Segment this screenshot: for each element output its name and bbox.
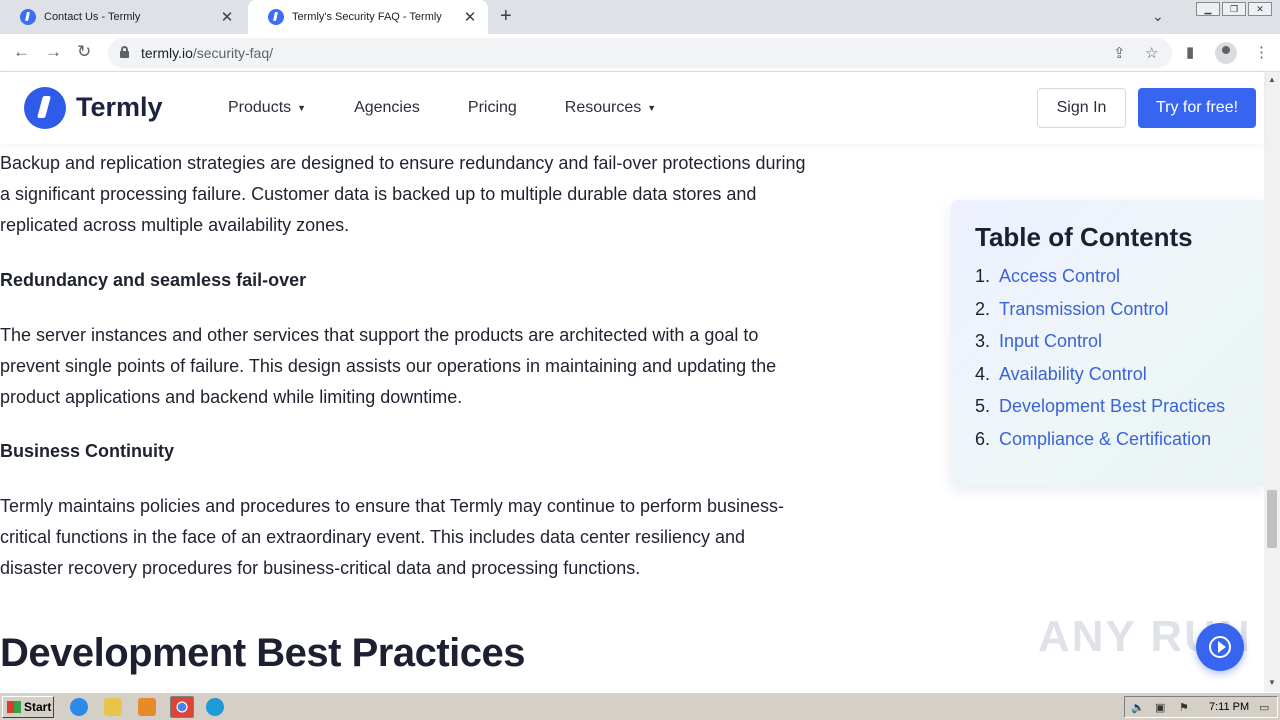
chevron-down-icon: ▼	[647, 103, 657, 113]
main-nav: Products ▼ Agencies Pricing Resources ▼	[228, 99, 704, 117]
edge-icon[interactable]	[206, 698, 224, 716]
share-icon[interactable]: ⇪	[1113, 44, 1126, 62]
windows-logo-icon	[7, 701, 21, 713]
heading-redundancy: Redundancy and seamless fail-over	[0, 270, 307, 290]
paragraph-backup: Backup and replication strategies are de…	[0, 153, 806, 235]
nav-label: Agencies	[354, 99, 420, 116]
tab-search-chevron-icon[interactable]: ⌄	[1152, 8, 1164, 25]
media-player-icon[interactable]	[138, 698, 156, 716]
site-header: Termly Products ▼ Agencies Pricing Resour…	[0, 72, 1264, 144]
nav-label: Resources	[564, 99, 642, 116]
browser-tabstrip: Contact Us - Termly ✕ Termly's Security …	[0, 0, 1280, 34]
nav-item-resources[interactable]: Resources ▼	[565, 99, 656, 117]
volume-icon[interactable]: 🔈	[1131, 701, 1145, 714]
toc-item: 5. Development Best Practices	[975, 396, 1225, 429]
browser-toolbar: ← → ↻ termly.io/security-faq/ ⇪ ☆ ▮ ⋮	[0, 34, 1280, 72]
lock-icon[interactable]	[120, 46, 129, 58]
forward-arrow-icon[interactable]: →	[45, 42, 62, 62]
toc-link-availability-control[interactable]: Availability Control	[999, 364, 1147, 397]
chat-play-button[interactable]	[1196, 623, 1244, 671]
toc-number: 5.	[975, 396, 991, 416]
start-button[interactable]: Start	[2, 696, 54, 718]
section-title-development: Development Best Practices	[0, 631, 526, 675]
tab-title: Contact Us - Termly	[44, 11, 141, 23]
chevron-down-icon: ▼	[297, 103, 307, 113]
nav-item-products[interactable]: Products ▼	[228, 99, 306, 117]
menu-kebab-icon[interactable]: ⋮	[1254, 43, 1269, 61]
toc-number: 3.	[975, 331, 991, 351]
toc-item: 2. Transmission Control	[975, 299, 1225, 332]
close-window-icon[interactable]: ✕	[1248, 2, 1272, 16]
profile-avatar-icon[interactable]	[1215, 42, 1237, 64]
toc-list: 1. Access Control 2. Transmission Control …	[975, 266, 1225, 461]
paragraph-redundancy: The server instances and other services …	[0, 325, 777, 407]
logo-text[interactable]: Termly	[76, 92, 163, 123]
toc-number: 2.	[975, 298, 991, 319]
toc-number: 6.	[975, 428, 991, 449]
toc-number: 1.	[975, 266, 991, 286]
side-panel-icon[interactable]: ▮	[1186, 43, 1194, 61]
termly-logo-icon[interactable]	[24, 87, 66, 129]
toc-number: 4.	[975, 363, 991, 384]
show-desktop-icon[interactable]: ▭	[1259, 701, 1269, 714]
windows-taskbar: Start 🔈 ▣ ⚑ 7:11 PM ▭	[0, 692, 1280, 720]
action-center-flag-icon[interactable]: ⚑	[1179, 701, 1189, 714]
paragraph-business-continuity: Termly maintains policies and procedures…	[0, 496, 785, 578]
toc-link-development-best-practices[interactable]: Development Best Practices	[999, 396, 1225, 429]
table-of-contents: Table of Contents 1. Access Control 2. Tra…	[951, 200, 1264, 486]
toc-link-compliance-certification[interactable]: Compliance & Certification	[999, 429, 1211, 462]
scroll-up-icon[interactable]: ▲	[1268, 75, 1276, 84]
toc-link-transmission-control[interactable]: Transmission Control	[999, 299, 1168, 332]
address-bar[interactable]: termly.io/security-faq/ ⇪ ☆	[108, 38, 1172, 68]
restore-icon[interactable]: ❐	[1222, 2, 1246, 16]
toc-item: 4. Availability Control	[975, 364, 1225, 397]
page-scrollbar[interactable]: ▲ ▼	[1264, 72, 1280, 692]
file-explorer-icon[interactable]	[104, 698, 122, 716]
chrome-icon[interactable]	[170, 696, 194, 718]
scrollbar-thumb[interactable]	[1267, 490, 1277, 548]
minimize-icon[interactable]: ▁	[1196, 2, 1220, 16]
clock: 7:11 PM	[1209, 701, 1250, 713]
reload-icon[interactable]: ↻	[77, 42, 91, 62]
browser-tab-contact[interactable]: Contact Us - Termly ✕	[0, 0, 245, 34]
toc-item: 1. Access Control	[975, 266, 1225, 299]
new-tab-icon[interactable]: +	[500, 5, 512, 28]
browser-tab-security-faq[interactable]: Termly's Security FAQ - Termly ✕	[248, 0, 488, 34]
close-tab-icon[interactable]: ✕	[462, 8, 478, 26]
toc-title: Table of Contents	[975, 222, 1193, 252]
toc-item: 6. Compliance & Certification	[975, 429, 1225, 462]
network-icon[interactable]: ▣	[1155, 701, 1165, 714]
sign-in-button[interactable]: Sign In	[1037, 88, 1126, 128]
nav-label: Products	[228, 99, 292, 116]
toc-link-access-control[interactable]: Access Control	[999, 266, 1120, 299]
back-arrow-icon[interactable]: ←	[13, 42, 30, 62]
nav-label: Pricing	[467, 99, 517, 116]
toc-item: 3. Input Control	[975, 331, 1225, 364]
scroll-down-icon[interactable]: ▼	[1268, 678, 1276, 687]
system-tray: 🔈 ▣ ⚑ 7:11 PM ▭	[1124, 696, 1278, 718]
termly-favicon-icon	[268, 9, 284, 25]
nav-item-agencies[interactable]: Agencies	[354, 99, 420, 117]
try-for-free-button[interactable]: Try for free!	[1138, 88, 1256, 128]
window-controls: ▁ ❐ ✕	[1196, 2, 1272, 16]
tab-title: Termly's Security FAQ - Termly	[292, 11, 442, 23]
termly-favicon-icon	[20, 9, 36, 25]
start-label: Start	[24, 700, 52, 714]
url-text: termly.io/security-faq/	[141, 45, 273, 61]
nav-item-pricing[interactable]: Pricing	[468, 99, 517, 117]
internet-explorer-icon[interactable]	[70, 698, 88, 716]
heading-business-continuity: Business Continuity	[0, 441, 175, 461]
toc-link-input-control[interactable]: Input Control	[999, 331, 1102, 364]
close-tab-icon[interactable]: ✕	[219, 8, 235, 26]
bookmark-star-icon[interactable]: ☆	[1145, 44, 1158, 62]
